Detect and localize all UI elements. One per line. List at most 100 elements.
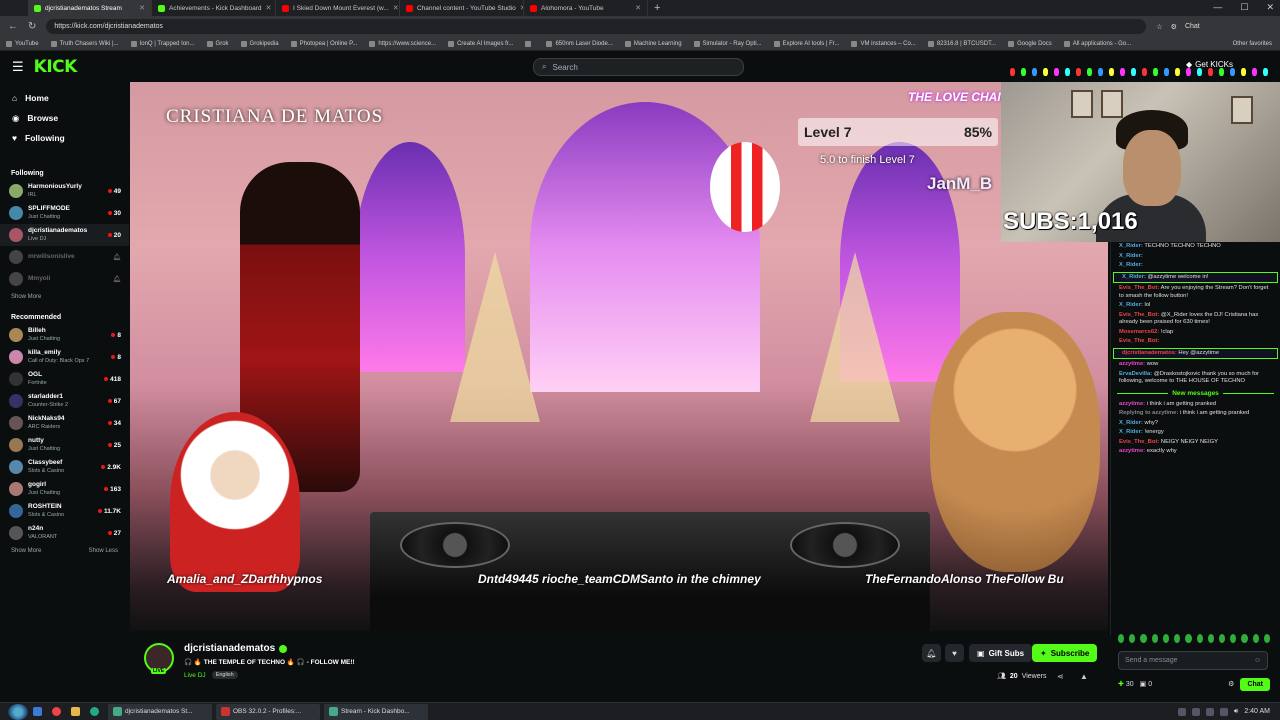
browser-tab[interactable]: djcristianadematos Stream ✕ <box>28 0 152 16</box>
show-more-following[interactable]: Show More <box>0 290 129 304</box>
emote-bar[interactable] <box>1118 634 1271 646</box>
new-tab-button[interactable]: + <box>654 2 660 14</box>
channel-item[interactable]: OGL Fortnite 418 <box>0 368 129 390</box>
clock[interactable]: 2:40 AM <box>1244 708 1270 715</box>
browser-tab[interactable]: Achievements - Kick Dashboard ✕ <box>152 0 276 16</box>
maximize-icon[interactable]: ☐ <box>1240 2 1248 13</box>
bookmark-item[interactable] <box>525 40 534 47</box>
tray-icon[interactable] <box>1219 707 1228 716</box>
start-button[interactable] <box>8 703 28 720</box>
chat-message[interactable]: azzytime: exactly why <box>1111 447 1280 457</box>
chat-input[interactable]: Send a message ☺ <box>1118 651 1268 670</box>
report-icon[interactable]: ▲ <box>1080 672 1088 681</box>
show-more-recommended[interactable]: Show More <box>11 548 41 554</box>
chat-message[interactable]: X_Rider: @azzytime welcome in! <box>1113 271 1278 283</box>
speaker-icon[interactable]: 🔊︎ <box>1234 708 1238 716</box>
chat-username[interactable]: X_Rider: <box>1119 262 1143 268</box>
channel-item[interactable]: HarmoniousYurly IRL 49 <box>0 180 129 202</box>
chat-username[interactable]: Replying to azzytime: <box>1119 410 1178 416</box>
bookmark-item[interactable]: All applications - Go... <box>1063 40 1131 47</box>
chat-message[interactable]: azzytime: i think i am getting pranked <box>1111 400 1280 410</box>
chat-send-button[interactable]: Chat <box>1240 677 1270 691</box>
channel-item[interactable]: nutty Just Chatting 25 <box>0 434 129 456</box>
chat-username[interactable]: azzytime: <box>1119 401 1145 407</box>
channel-item[interactable]: Mmyoli 🔔︎ <box>0 268 129 290</box>
subscribe-button[interactable]: ✦ Subscribe <box>1032 644 1098 662</box>
chat-username[interactable]: X_Rider: <box>1119 420 1143 426</box>
emote-icon[interactable] <box>1140 634 1147 643</box>
channel-item[interactable]: starladder1 Counter-Strike 2 67 <box>0 390 129 412</box>
tray-icon[interactable] <box>1205 707 1214 716</box>
tab-close-icon[interactable]: ✕ <box>266 4 272 12</box>
close-icon[interactable]: ✕ <box>1266 2 1274 13</box>
taskbar-window[interactable]: OBS 32.0.2 - Profiles:... <box>216 703 320 720</box>
chat-username[interactable]: X_Rider: <box>1122 274 1146 280</box>
browser-tab[interactable]: I Skied Down Mount Everest (w... ✕ <box>276 0 400 16</box>
chat-message[interactable]: Mosemarcs62: !clap <box>1111 328 1280 338</box>
chat-username[interactable]: azzytime: <box>1119 361 1145 367</box>
star-icon[interactable]: ☆ <box>1156 23 1162 31</box>
emote-icon[interactable] <box>1241 634 1248 643</box>
channel-item[interactable]: NickNaks94 ARC Raiders 34 <box>0 412 129 434</box>
url-field[interactable]: https://kick.com/djcristianadematos <box>46 19 1147 34</box>
chat-message[interactable]: X_Rider: <box>1111 252 1280 262</box>
gift-subs-button[interactable]: ▣ Gift Subs <box>969 644 1033 662</box>
emote-picker-icon[interactable]: ☺ <box>1254 657 1261 664</box>
refresh-icon[interactable]: ↻ <box>28 21 36 32</box>
taskbar-chrome-icon[interactable] <box>47 704 66 720</box>
chat-username[interactable]: Evis_The_Bot: <box>1119 338 1159 344</box>
emote-icon[interactable] <box>1207 634 1214 643</box>
bell-icon[interactable]: 🔔︎ <box>113 275 121 283</box>
chat-username[interactable]: Evis_The_Bot: <box>1119 312 1159 318</box>
share-icon[interactable]: ⋖ <box>1057 672 1064 681</box>
other-favorites[interactable]: Other favorites <box>1233 41 1280 47</box>
sidebar-item-browse[interactable]: ◉ Browse <box>0 108 129 128</box>
emote-icon[interactable] <box>1252 634 1259 643</box>
extensions-icon[interactable]: ⚙ <box>1171 23 1177 31</box>
channel-item[interactable]: n24n VALORANT 27 <box>0 522 129 544</box>
chat-message[interactable]: Evis_The_Bot: <box>1111 337 1280 347</box>
bookmark-item[interactable]: Google Docs <box>1008 40 1052 47</box>
channel-name[interactable]: djcristianadematos <box>184 643 275 654</box>
taskbar-edge-icon[interactable] <box>85 704 104 720</box>
bell-icon[interactable]: 🔔︎ <box>113 253 121 261</box>
channel-item[interactable]: SPLIFFMODE Just Chatting 30 <box>0 202 129 224</box>
browser-tab[interactable]: Channel content - YouTube Studio✕ <box>400 0 524 16</box>
channel-item[interactable]: Billeh Just Chatting 8 <box>0 324 129 346</box>
chat-message[interactable]: Evis_The_Bot: Are you enjoying the Strea… <box>1111 284 1280 301</box>
tab-close-icon[interactable]: ✕ <box>393 4 399 12</box>
notification-bell-button[interactable]: 🔔︎ <box>922 644 941 662</box>
browser-tab[interactable]: Alohomora - YouTube ✕ <box>524 0 648 16</box>
emote-icon[interactable] <box>1129 634 1136 643</box>
bookmark-item[interactable]: IonQ | Trapped Ion... <box>130 40 195 47</box>
emote-icon[interactable] <box>1218 634 1226 643</box>
tray-icon[interactable] <box>1177 707 1186 716</box>
chat-message[interactable]: X_Rider: <box>1111 261 1280 271</box>
channel-item[interactable]: killa_emily Call of Duty: Black Ops 7 8 <box>0 346 129 368</box>
tab-close-icon[interactable]: ✕ <box>635 4 641 12</box>
stream-category[interactable]: Live DJ <box>184 672 206 679</box>
taskbar-folder-icon[interactable] <box>66 704 85 720</box>
chat-message[interactable]: ErvaDevilla: @Draskostojkovic thank you … <box>1111 370 1280 387</box>
language-tag[interactable]: English <box>211 671 238 679</box>
emote-icon[interactable] <box>1162 634 1170 643</box>
taskbar-window[interactable]: djcristianadematos St... <box>108 703 212 720</box>
bookmark-item[interactable]: Grok <box>206 40 229 47</box>
chat-username[interactable]: Evis_The_Bot: <box>1119 285 1159 291</box>
emote-icon[interactable] <box>1196 634 1203 643</box>
bookmark-item[interactable]: 82316.8 | BTCUSDT... <box>927 40 996 47</box>
chat-message[interactable]: X_Rider: !energy <box>1111 428 1280 438</box>
bookmark-item[interactable]: Photopea | Online P... <box>290 40 357 47</box>
bookmark-item[interactable]: YouTube <box>6 40 39 47</box>
chat-username[interactable]: Evis_The_Bot: <box>1119 439 1159 445</box>
bookmark-item[interactable]: Create AI Images fr... <box>448 40 513 47</box>
bookmark-item[interactable]: VM instances – Co... <box>851 40 916 47</box>
bookmark-item[interactable]: 650nm Laser Diode... <box>546 40 613 47</box>
bookmark-item[interactable]: Grokipedia <box>240 40 279 47</box>
minimize-icon[interactable]: — <box>1213 2 1222 13</box>
tray-icon[interactable] <box>1191 707 1200 716</box>
taskbar-explorer-icon[interactable] <box>28 704 47 720</box>
taskbar-window[interactable]: Stream - Kick Dashbo... <box>324 703 428 720</box>
chat-message[interactable]: X_Rider: why? <box>1111 419 1280 429</box>
search-input[interactable]: ⌕ Search <box>533 58 744 76</box>
